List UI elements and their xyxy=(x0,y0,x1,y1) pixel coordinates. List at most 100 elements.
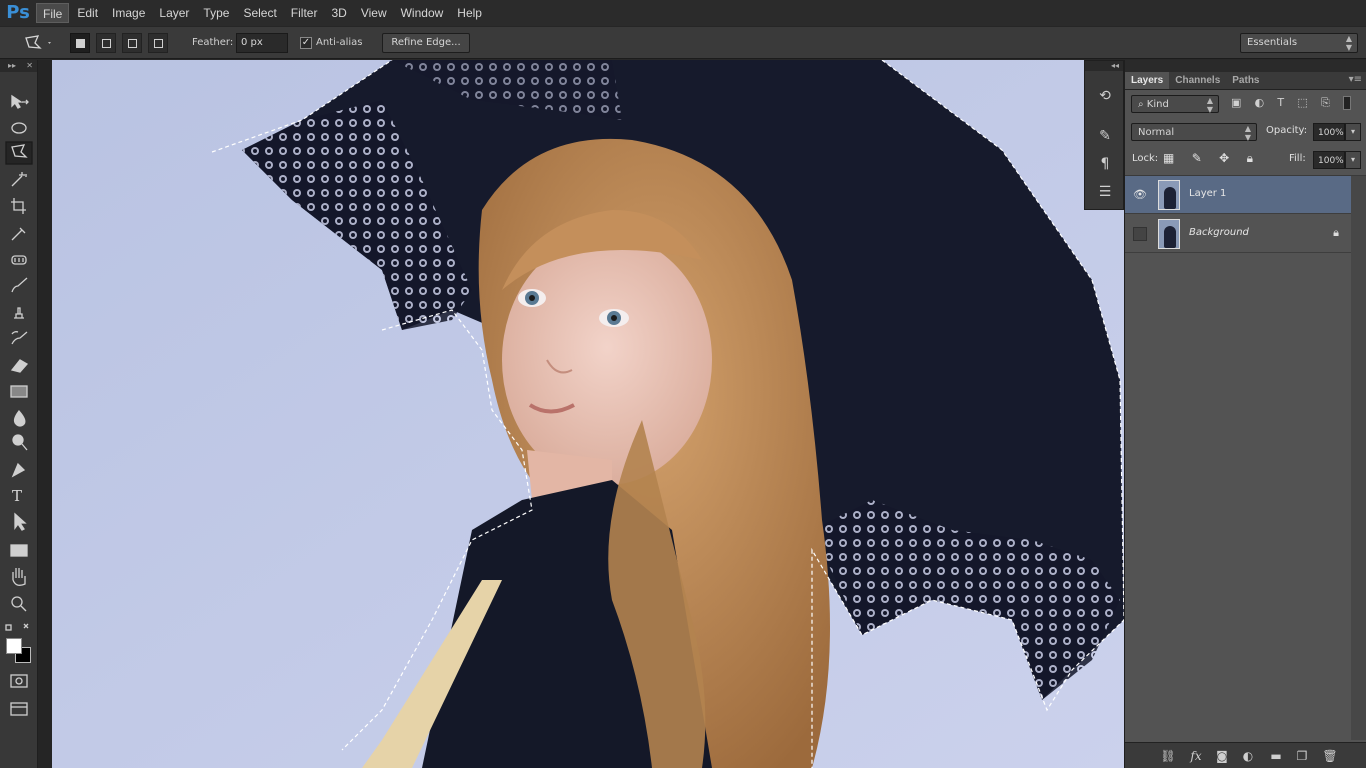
pixel-filter-icon[interactable]: ▣ xyxy=(1231,96,1241,112)
shape-filter-icon[interactable]: ⬚ xyxy=(1297,96,1307,112)
polygonal-lasso-icon xyxy=(25,35,51,49)
visibility-toggle-empty[interactable] xyxy=(1133,227,1147,241)
menu-edit[interactable]: Edit xyxy=(71,3,104,23)
antialias-label: Anti-alias xyxy=(316,37,363,48)
pen-icon xyxy=(11,462,26,478)
layer-name[interactable]: Layer 1 xyxy=(1189,188,1226,199)
adjustment-layer-icon[interactable]: ◐ xyxy=(1239,747,1257,765)
intersect-selection-icon xyxy=(154,39,163,48)
layer-style-fx-icon[interactable]: fx xyxy=(1187,747,1205,765)
document-canvas[interactable] xyxy=(38,60,1124,768)
workspace-label: Essentials xyxy=(1247,37,1298,48)
layer-filter-icons: ▣ ◐ T ⬚ ⎘ xyxy=(1231,96,1351,112)
history-panel-icon[interactable]: ⟲ xyxy=(1094,85,1116,107)
new-group-icon[interactable]: ▬ xyxy=(1267,747,1285,765)
lock-transparent-pixels-icon[interactable]: ▦ xyxy=(1163,151,1174,166)
refine-edge-button[interactable]: Refine Edge... xyxy=(382,33,470,53)
layer-filter-dropdown[interactable]: ⌕ Kind ▲ ▼ xyxy=(1131,95,1219,114)
rectangle-shape-icon xyxy=(10,544,28,557)
fill-slider-button[interactable]: ▾ xyxy=(1345,151,1361,169)
tab-layers[interactable]: Layers xyxy=(1125,72,1170,89)
add-mask-icon[interactable]: ◙ xyxy=(1213,747,1231,765)
menu-help[interactable]: Help xyxy=(451,3,488,23)
path-selection-icon xyxy=(14,512,27,531)
intersect-selection-button[interactable] xyxy=(148,33,168,53)
menu-image[interactable]: Image xyxy=(106,3,151,23)
layer-lock-icon: 🔒︎ xyxy=(1333,226,1339,239)
zoom-icon xyxy=(11,596,27,612)
tab-channels[interactable]: Channels xyxy=(1169,72,1226,89)
feather-label: Feather: xyxy=(192,37,234,48)
tool-preset-picker[interactable] xyxy=(22,33,52,53)
dropdown-arrows-icon: ▲ ▼ xyxy=(1345,34,1352,52)
new-selection-button[interactable] xyxy=(70,33,90,53)
layers-footer: ⛓ fx ◙ ◐ ▬ ❐ 🗑︎ xyxy=(1125,742,1366,768)
layers-panel-body: ⌕ Kind ▲ ▼ ▣ ◐ T ⬚ ⎘ Normal ▲ ▼ Opacity: 1… xyxy=(1125,90,1366,768)
layers-panel-grip[interactable] xyxy=(1125,60,1366,72)
blend-mode-value: Normal xyxy=(1138,127,1175,138)
type-filter-icon[interactable]: T xyxy=(1277,96,1284,112)
blend-mode-dropdown[interactable]: Normal ▲ ▼ xyxy=(1131,123,1257,142)
tab-paths[interactable]: Paths xyxy=(1226,72,1265,89)
opacity-input[interactable]: 100% xyxy=(1313,123,1345,141)
smart-object-filter-icon[interactable]: ⎘ xyxy=(1321,96,1330,112)
lock-all-icon[interactable]: 🔒︎ xyxy=(1247,151,1253,166)
dropdown-arrows-icon: ▲ ▼ xyxy=(1244,124,1251,142)
spot-healing-icon xyxy=(11,255,27,265)
lock-image-pixels-icon[interactable]: ✎ xyxy=(1192,151,1202,166)
photo-girl-with-umbrella[interactable] xyxy=(52,60,1124,768)
collapse-icon[interactable]: ▸▸ xyxy=(8,60,16,72)
menu-select[interactable]: Select xyxy=(237,3,282,23)
new-layer-icon[interactable]: ❐ xyxy=(1293,747,1311,765)
fill-input[interactable]: 100% xyxy=(1313,151,1345,169)
blur-icon xyxy=(13,409,26,427)
delete-layer-icon[interactable]: 🗑︎ xyxy=(1321,747,1339,765)
tool-icons xyxy=(5,94,33,716)
layers-tab-bar: Layers Channels Paths ▾≡ xyxy=(1125,72,1366,90)
layer-name[interactable]: Background xyxy=(1189,227,1249,238)
menu-3d[interactable]: 3D xyxy=(325,3,352,23)
menu-view[interactable]: View xyxy=(355,3,393,23)
paragraph-panel-icon[interactable]: ¶ xyxy=(1094,153,1116,175)
brush-presets-icon[interactable]: ✎ xyxy=(1094,125,1116,147)
feather-input[interactable]: 0 px xyxy=(236,33,288,53)
adjustments-panel-icon[interactable]: ☰ xyxy=(1094,181,1116,203)
move-tool-icon xyxy=(11,94,29,109)
type-tool-icon[interactable]: T xyxy=(12,487,22,505)
lock-label: Lock: xyxy=(1132,153,1159,164)
antialias-checkbox[interactable]: ✓ xyxy=(300,37,312,49)
foreground-color-swatch[interactable] xyxy=(6,638,22,654)
opacity-slider-button[interactable]: ▾ xyxy=(1345,123,1361,141)
menu-window[interactable]: Window xyxy=(395,3,450,23)
adjustment-filter-icon[interactable]: ◐ xyxy=(1255,96,1265,112)
elliptical-marquee-icon xyxy=(11,122,27,134)
panel-menu-icon[interactable]: ▾≡ xyxy=(1349,74,1362,85)
gradient-icon xyxy=(10,385,28,398)
close-icon[interactable]: ✕ xyxy=(26,60,33,72)
magic-wand-icon xyxy=(11,172,27,187)
filter-toggle-icon[interactable] xyxy=(1342,96,1351,110)
workspace-dropdown[interactable]: Essentials ▲ ▼ xyxy=(1240,33,1358,53)
menu-type[interactable]: Type xyxy=(197,3,235,23)
menu-layer[interactable]: Layer xyxy=(153,3,195,23)
layer-row-background[interactable]: Background 🔒︎ xyxy=(1125,215,1351,253)
add-to-selection-button[interactable] xyxy=(96,33,116,53)
dropdown-arrows-icon: ▲ ▼ xyxy=(1206,96,1213,114)
link-layers-icon[interactable]: ⛓ xyxy=(1159,747,1177,765)
options-bar: Feather: 0 px ✓ Anti-alias Refine Edge..… xyxy=(0,26,1366,59)
layer-thumbnail[interactable] xyxy=(1158,180,1180,210)
collapsed-panel-dock: ◂◂ ⟲ ✎ ¶ ☰ xyxy=(1084,60,1124,210)
lock-position-icon[interactable]: ✥ xyxy=(1219,151,1229,166)
menu-bar: Ps File Edit Image Layer Type Select Fil… xyxy=(0,0,1366,26)
fill-label: Fill: xyxy=(1289,153,1306,164)
tools-panel-header[interactable]: ▸▸ ✕ xyxy=(0,60,37,72)
layers-scrollbar[interactable] xyxy=(1351,176,1366,740)
subtract-from-selection-button[interactable] xyxy=(122,33,142,53)
filter-kind-label: Kind xyxy=(1146,99,1169,110)
layer-thumbnail[interactable] xyxy=(1158,219,1180,249)
layer-row-layer-1[interactable]: 👁︎ Layer 1 xyxy=(1125,176,1351,214)
menu-file[interactable]: File xyxy=(36,3,70,23)
visibility-eye-icon[interactable]: 👁︎ xyxy=(1133,188,1147,202)
collapse-icon[interactable]: ◂◂ xyxy=(1085,61,1123,71)
menu-filter[interactable]: Filter xyxy=(285,3,324,23)
